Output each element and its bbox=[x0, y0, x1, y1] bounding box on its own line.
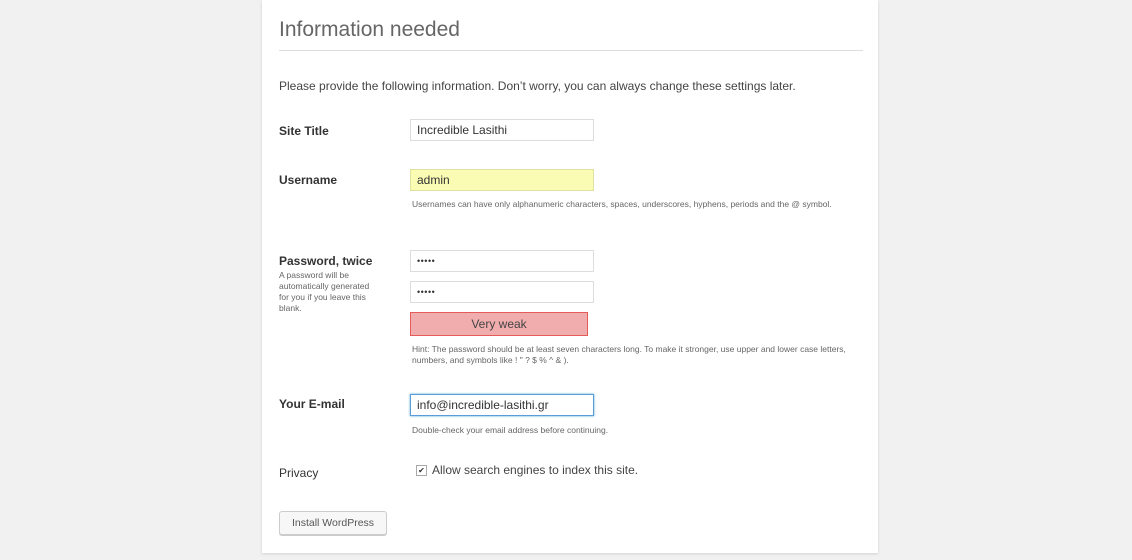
password-input-1[interactable]: ••••• bbox=[410, 250, 594, 272]
privacy-checkbox-label[interactable]: Allow search engines to index this site. bbox=[432, 463, 638, 477]
email-input[interactable]: info@incredible-lasithi.gr bbox=[410, 394, 594, 416]
intro-text: Please provide the following information… bbox=[279, 79, 796, 93]
password-strength-indicator: Very weak bbox=[410, 312, 588, 336]
username-help: Usernames can have only alphanumeric cha… bbox=[412, 199, 832, 209]
password-input-2[interactable]: ••••• bbox=[410, 281, 594, 303]
password-hint: Hint: The password should be at least se… bbox=[412, 344, 846, 365]
install-form-card: Information needed Please provide the fo… bbox=[262, 0, 878, 553]
password-description: A password will be automatically generat… bbox=[279, 270, 370, 313]
password-label: Password, twice bbox=[279, 254, 373, 268]
email-label: Your E-mail bbox=[279, 397, 345, 411]
site-title-input[interactable]: Incredible Lasithi bbox=[410, 119, 594, 141]
email-help: Double-check your email address before c… bbox=[412, 425, 609, 435]
privacy-checkbox[interactable]: ✔ bbox=[416, 465, 427, 476]
install-wordpress-button[interactable]: Install WordPress bbox=[279, 511, 387, 535]
checkmark-icon: ✔ bbox=[418, 466, 425, 475]
page-title: Information needed bbox=[279, 17, 863, 51]
username-label: Username bbox=[279, 173, 338, 187]
username-input[interactable]: admin bbox=[410, 169, 594, 191]
site-title-label: Site Title bbox=[279, 124, 329, 138]
privacy-label: Privacy bbox=[279, 466, 319, 480]
